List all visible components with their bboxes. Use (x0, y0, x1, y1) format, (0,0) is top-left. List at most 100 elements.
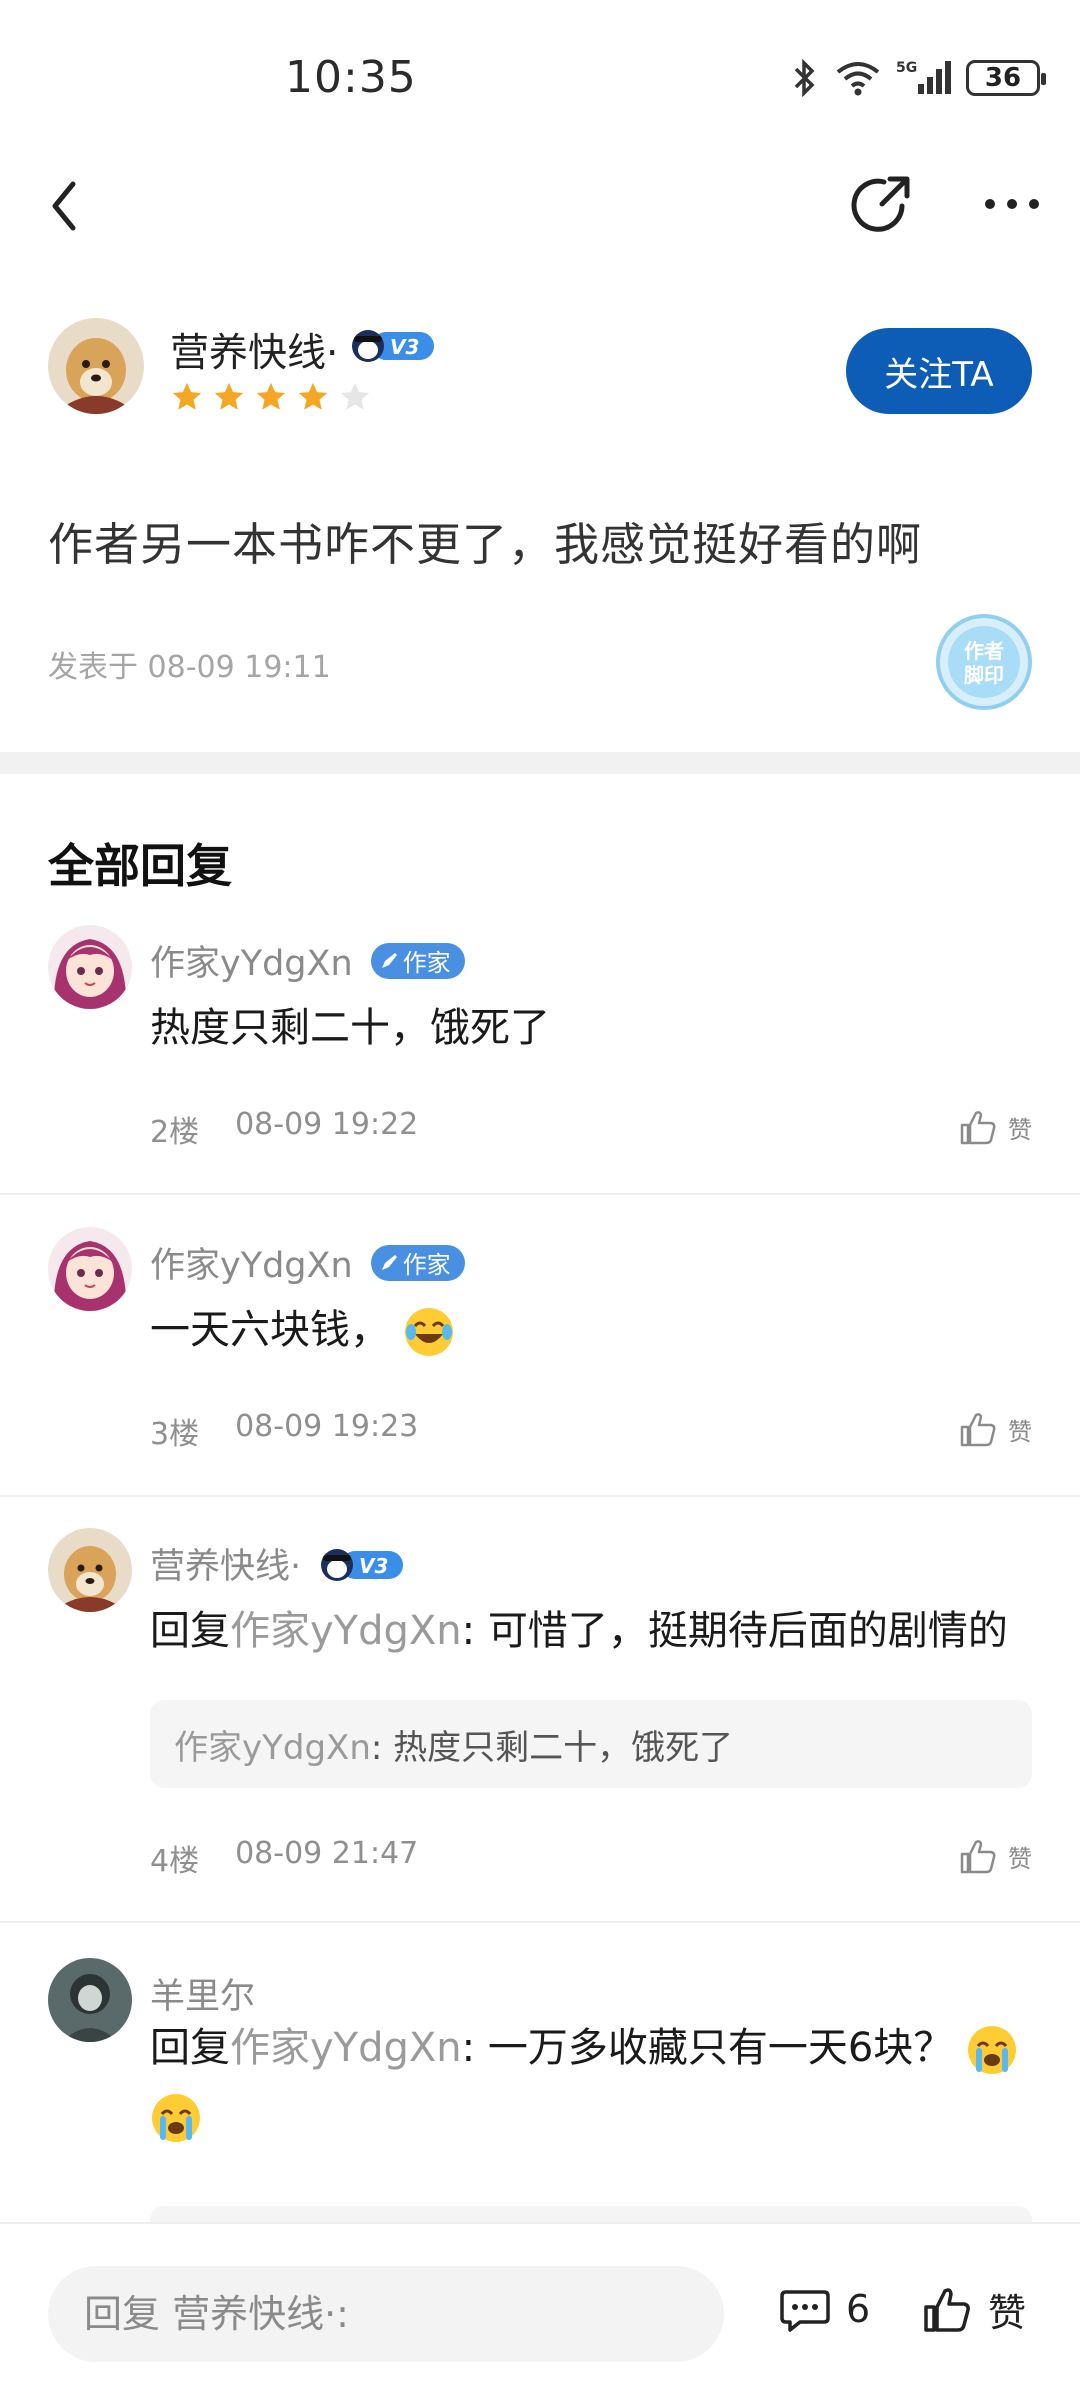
avatar[interactable] (48, 318, 144, 414)
reply-text-content: : 可惜了，挺期待后面的剧情的 (461, 1608, 1008, 1654)
star-icon (298, 382, 328, 410)
more-icon[interactable] (982, 184, 1042, 224)
reply-author-name[interactable]: 羊里尔 (150, 1968, 255, 2019)
like-button[interactable]: 赞 (956, 1834, 1032, 1878)
reply-text-content: 一天六块钱， (150, 1307, 390, 1353)
vip-level-label: V3 (390, 335, 419, 359)
reply-text: 回复作家yYdgXn: 一万多收藏只有一天6块？ (150, 2014, 1030, 2150)
svg-text:脚印: 脚印 (964, 663, 1004, 687)
reply-text-content: : 一万多收藏只有一天6块？ (461, 2025, 954, 2071)
bluetooth-icon (794, 58, 815, 98)
avatar[interactable] (48, 1528, 132, 1612)
avatar[interactable] (48, 925, 132, 1009)
vip-level-badge: V3 (321, 1548, 404, 1581)
star-icon (256, 382, 286, 410)
pen-icon (381, 952, 397, 968)
reply-author: 羊里尔 (150, 1968, 255, 2019)
reply-author: 作家yYdgXn 作家 (150, 1237, 465, 1288)
pen-icon (381, 1254, 397, 1270)
replies-title: 全部回复 (48, 839, 232, 893)
network-label: 5G (896, 60, 917, 76)
comments-button[interactable]: 6 (778, 2282, 870, 2336)
writer-badge: 作家 (370, 942, 465, 979)
reply-time: 08-09 19:22 (235, 1107, 419, 1142)
vip-level-badge: V3 (352, 330, 434, 362)
writer-badge-label: 作家 (402, 949, 451, 977)
crying-emoji (152, 2094, 200, 2142)
author-name[interactable]: 营养快线· (170, 322, 338, 378)
post-timestamp: 发表于 08-09 19:11 (48, 650, 331, 685)
reply-meta: 2楼 08-09 19:22 (150, 1107, 418, 1151)
share-icon[interactable] (848, 172, 914, 238)
reply-floor: 2楼 (150, 1115, 200, 1150)
reply-prefix: 回复 (150, 2025, 230, 2071)
status-icons: 5G 36 (790, 58, 1046, 98)
star-icon (172, 382, 202, 410)
star-empty-icon (340, 382, 370, 410)
status-bar: 10:35 5G 36 (0, 0, 1080, 150)
reply-time: 08-09 19:23 (235, 1409, 419, 1444)
author-footprint-stamp: 作者 脚印 (936, 614, 1032, 710)
reply-meta: 4楼 08-09 21:47 (150, 1836, 418, 1880)
reply-to-user[interactable]: 作家yYdgXn (230, 2025, 462, 2071)
thumbs-up-icon (960, 1840, 996, 1874)
avatar[interactable] (48, 1227, 132, 1311)
reply-item[interactable]: 作家yYdgXn 作家 热度只剩二十，饿死了 2楼 08-09 19:22 赞 (0, 925, 1080, 1195)
like-post-button[interactable]: 赞 (920, 2282, 1026, 2337)
reply-item[interactable]: 羊里尔 回复作家yYdgXn: 一万多收藏只有一天6块？ (0, 1958, 1080, 2222)
reply-input[interactable] (48, 2266, 724, 2362)
crying-emoji (968, 2026, 1016, 2074)
writer-badge: 作家 (370, 1244, 465, 1281)
thumbs-up-icon (960, 1413, 996, 1447)
like-label: 赞 (1008, 1844, 1032, 1873)
reply-item[interactable]: 营养快线· V3 回复作家yYdgXn: 可惜了，挺期待后面的剧情的 作家yYd… (0, 1528, 1080, 1923)
reply-author-name[interactable]: 营养快线· (150, 1538, 301, 1589)
quoted-reply[interactable]: 作家yYdgXn: 热度只剩二十，饿死了 (150, 1700, 1032, 1788)
wifi-icon (836, 62, 880, 96)
status-time: 10:35 (285, 52, 417, 103)
follow-button[interactable]: 关注TA (846, 328, 1032, 414)
reply-text: 热度只剩二十，饿死了 (150, 1005, 550, 1051)
reply-to-user[interactable]: 作家yYdgXn (230, 1608, 462, 1654)
reply-floor: 3楼 (150, 1417, 200, 1452)
comment-count: 6 (846, 2287, 871, 2331)
like-label: 赞 (1008, 1115, 1032, 1144)
vip-level-label: V3 (359, 1554, 388, 1578)
reply-text: 一天六块钱， (150, 1297, 455, 1363)
back-icon[interactable] (45, 178, 93, 234)
post-content: 作者另一本书咋不更了，我感觉挺好看的啊 (48, 518, 923, 571)
comment-icon (780, 2290, 830, 2332)
thumbs-up-icon (924, 2287, 970, 2332)
quoted-reply[interactable] (150, 2206, 1032, 2222)
avatar[interactable] (48, 1958, 132, 2042)
reply-time: 08-09 21:47 (235, 1836, 419, 1871)
battery-level: 36 (984, 63, 1022, 93)
battery-icon: 36 (966, 60, 1046, 96)
reply-author-name[interactable]: 作家yYdgXn (150, 1237, 353, 1288)
reply-text: 回复作家yYdgXn: 可惜了，挺期待后面的剧情的 (150, 1598, 1008, 1664)
star-icon (214, 382, 244, 410)
reply-author: 作家yYdgXn 作家 (150, 935, 465, 986)
like-button[interactable]: 赞 (956, 1407, 1032, 1451)
like-post-label: 赞 (988, 2291, 1027, 2335)
author-header: 营养快线· V3 关注TA (48, 318, 1032, 418)
top-nav (0, 160, 1080, 250)
quote-text: : 热度只剩二十，饿死了 (370, 1727, 734, 1768)
thumbs-up-icon (960, 1111, 996, 1145)
section-divider (0, 752, 1080, 774)
reply-floor: 4楼 (150, 1844, 200, 1879)
reply-meta: 3楼 08-09 19:23 (150, 1409, 418, 1453)
reply-prefix: 回复 (150, 1608, 230, 1654)
like-button[interactable]: 赞 (956, 1105, 1032, 1149)
quote-author: 作家yYdgXn (174, 1727, 371, 1768)
like-label: 赞 (1008, 1417, 1032, 1446)
reply-item[interactable]: 作家yYdgXn 作家 一天六块钱， 3楼 08-09 19:23 赞 (0, 1227, 1080, 1497)
reply-author-name[interactable]: 作家yYdgXn (150, 935, 353, 986)
laugh-cry-emoji (404, 1308, 453, 1356)
signal-icon: 5G (896, 60, 951, 94)
bottom-bar: 6 赞 (0, 2222, 1080, 2400)
writer-badge-label: 作家 (402, 1251, 451, 1279)
svg-text:作者: 作者 (964, 639, 1004, 663)
rating-stars (170, 380, 372, 414)
reply-author: 营养快线· V3 (150, 1538, 405, 1589)
